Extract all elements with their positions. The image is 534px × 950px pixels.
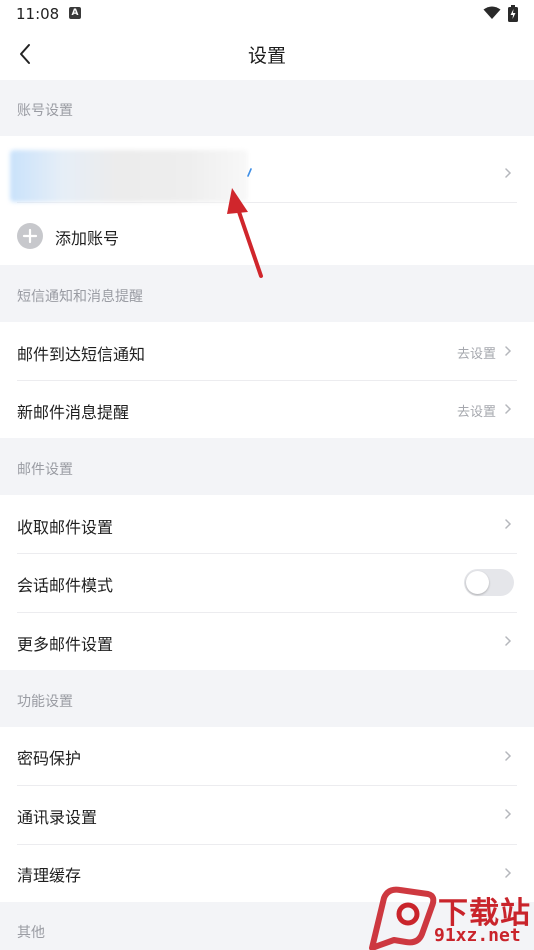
chevron-right-icon <box>505 168 512 178</box>
go-setup-hint: 去设置 <box>456 347 496 362</box>
fetch-mail-settings-row[interactable]: 收取邮件设置 <box>0 495 534 553</box>
more-mail-settings-row[interactable]: 更多邮件设置 <box>0 613 534 670</box>
mail-group: 收取邮件设置 会话邮件模式 更多邮件设置 <box>0 495 534 670</box>
row-label: 密码保护 <box>17 749 82 768</box>
section-header-sms: 短信通知和消息提醒 <box>17 289 143 305</box>
new-mail-reminder-row[interactable]: 新邮件消息提醒 去设置 <box>0 381 534 438</box>
section-header-mail: 邮件设置 <box>17 462 73 478</box>
status-bar: 11:08 A <box>0 0 534 28</box>
wifi-icon <box>483 6 501 19</box>
chevron-right-icon <box>505 404 512 414</box>
add-account-button[interactable]: 添加账号 <box>55 225 119 249</box>
chevron-right-icon <box>505 868 512 878</box>
section-header-function: 功能设置 <box>17 694 73 710</box>
chevron-right-icon <box>505 346 512 356</box>
add-circle-icon[interactable] <box>17 223 43 249</box>
account-edge-mark-icon <box>247 168 252 177</box>
row-label: 通讯录设置 <box>17 808 98 827</box>
conversation-mode-row: 会话邮件模式 <box>0 554 534 612</box>
sms-group: 邮件到达短信通知 去设置 新邮件消息提醒 去设置 <box>0 322 534 438</box>
toggle-knob <box>466 571 489 594</box>
watermark-site: 91xz.net <box>434 925 521 946</box>
notification-a-icon: A <box>69 7 81 19</box>
go-setup-hint: 去设置 <box>456 405 496 420</box>
status-time: 11:08 <box>16 5 60 23</box>
row-label: 会话邮件模式 <box>17 576 114 595</box>
annotation-arrow-icon <box>227 188 263 278</box>
sms-arrival-notify-row[interactable]: 邮件到达短信通知 去设置 <box>0 322 534 380</box>
row-label: 新邮件消息提醒 <box>17 403 130 422</box>
row-label: 清理缓存 <box>17 866 82 885</box>
title-bar: 设置 <box>0 28 534 80</box>
account-item-redacted[interactable] <box>10 150 248 202</box>
conversation-mode-toggle[interactable] <box>464 569 514 596</box>
page-title: 设置 <box>247 45 286 67</box>
row-label: 更多邮件设置 <box>17 635 114 654</box>
section-header-account: 账号设置 <box>17 103 73 119</box>
chevron-right-icon <box>505 519 512 529</box>
chevron-right-icon <box>505 636 512 646</box>
chevron-right-icon <box>505 751 512 761</box>
chevron-right-icon <box>505 809 512 819</box>
section-header-other: 其他 <box>17 925 45 941</box>
password-protect-row[interactable]: 密码保护 <box>0 727 534 785</box>
contacts-settings-row[interactable]: 通讯录设置 <box>0 786 534 844</box>
row-label: 收取邮件设置 <box>17 518 114 537</box>
battery-charging-icon <box>508 5 518 22</box>
row-label: 邮件到达短信通知 <box>17 345 146 364</box>
function-group: 密码保护 通讯录设置 清理缓存 <box>0 727 534 902</box>
